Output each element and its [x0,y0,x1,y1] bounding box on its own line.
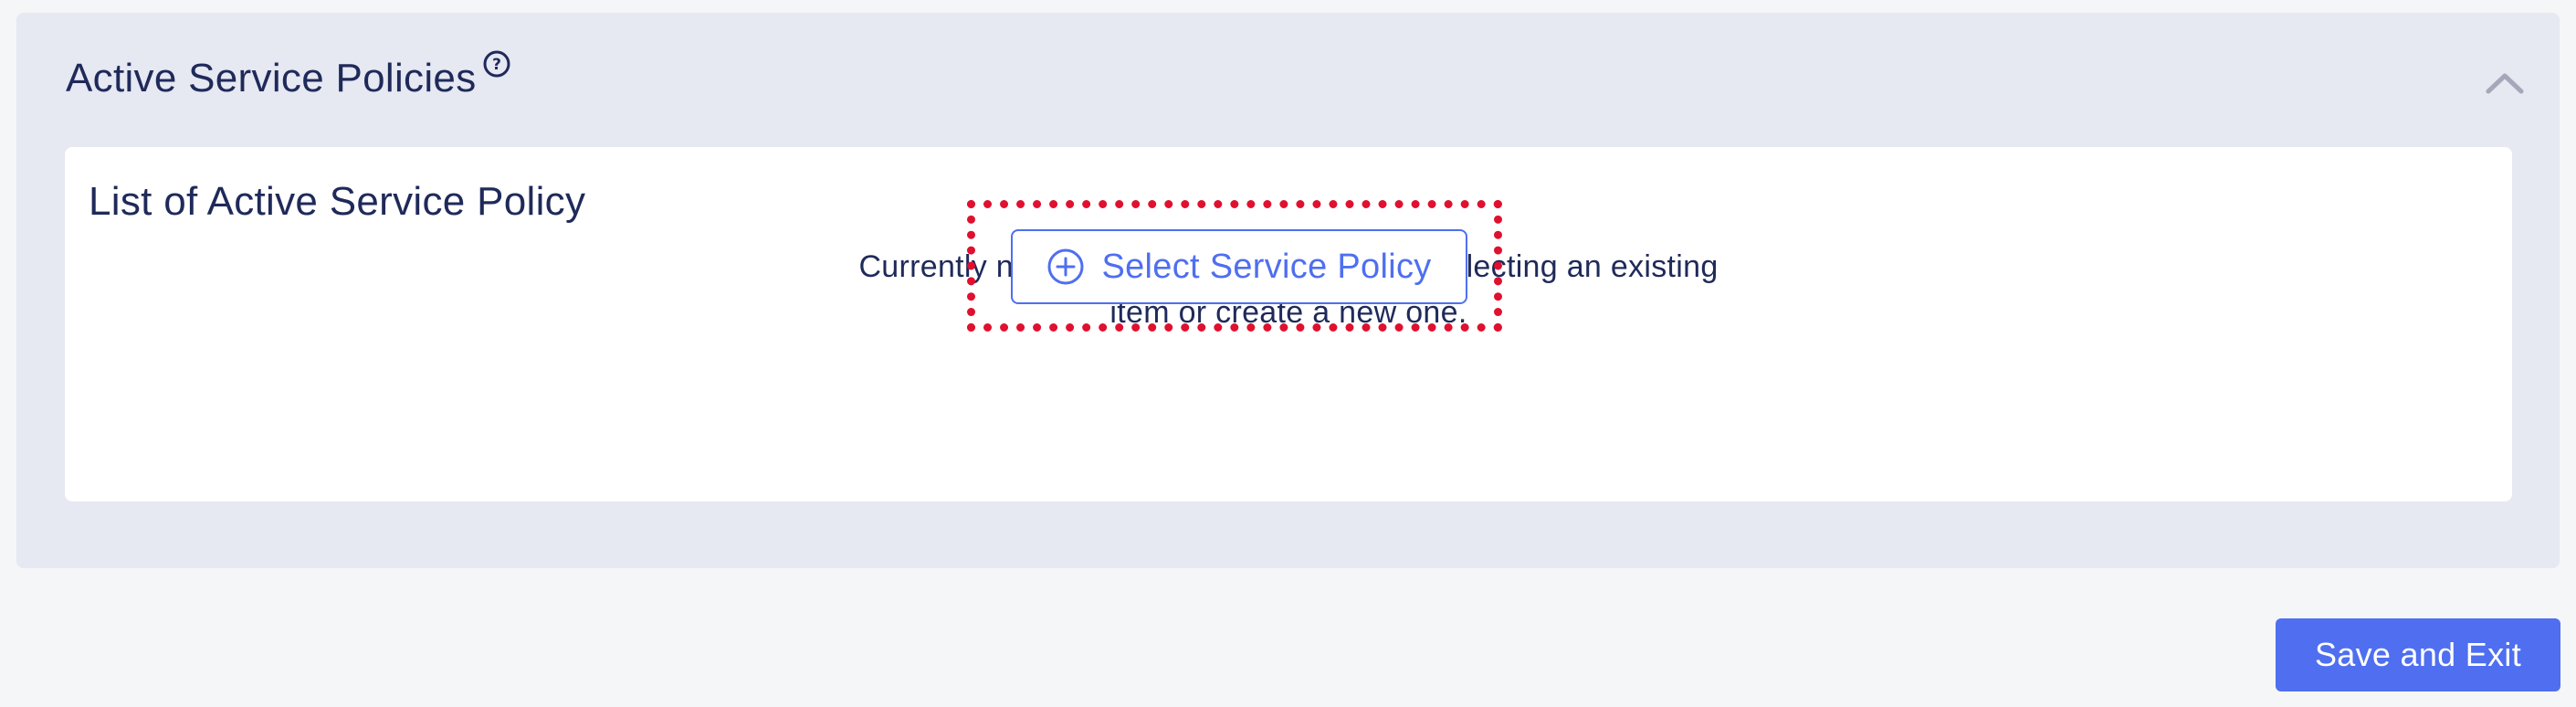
section-title: Active Service Policies [66,56,477,100]
help-circle-icon[interactable]: ? [482,49,511,79]
chevron-up-icon[interactable] [2483,68,2527,97]
save-and-exit-button[interactable]: Save and Exit [2276,618,2560,691]
card-title: List of Active Service Policy [89,179,586,224]
section-header: Active Service Policies ? [66,50,511,100]
plus-circle-icon [1047,248,1084,285]
select-service-policy-button[interactable]: Select Service Policy [1011,229,1467,304]
select-service-policy-label: Select Service Policy [1101,247,1432,286]
svg-text:?: ? [492,56,501,74]
